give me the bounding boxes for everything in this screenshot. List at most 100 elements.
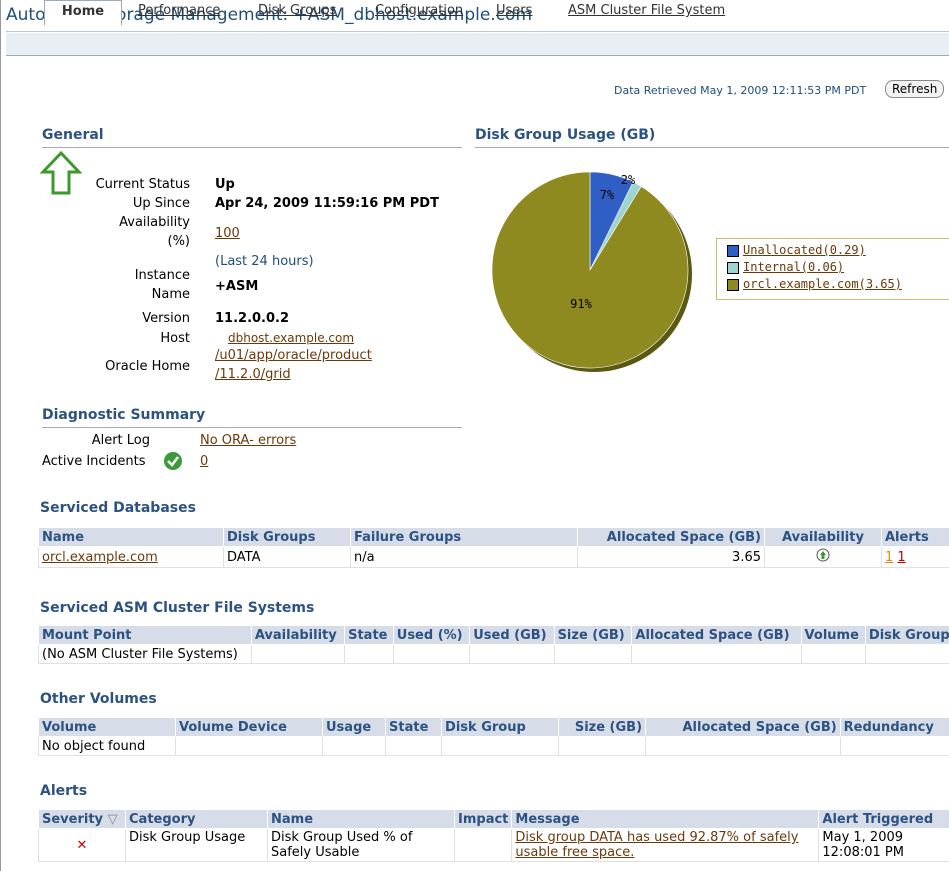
acfs-table: Mount Point Availability State Used (%) … <box>38 625 949 664</box>
legend-label-orcl[interactable]: orcl.example.com(3.65) <box>743 277 902 291</box>
col-state: State <box>344 625 394 645</box>
active-incidents-link[interactable]: 0 <box>200 454 208 469</box>
col-redundancy: Redundancy <box>839 717 949 737</box>
col-name: Name <box>38 527 224 547</box>
availability-unit-label: (%) <box>167 234 191 249</box>
title-divider <box>6 31 949 32</box>
current-status-label: Current Status <box>95 177 190 192</box>
alert-log-link[interactable]: No ORA- errors <box>200 433 296 448</box>
db-alerts-cell: 1 1 <box>881 546 949 568</box>
col-disk-group: Disk Group <box>864 625 949 645</box>
version-label: Version <box>142 311 190 326</box>
tab-users[interactable]: Users <box>496 0 532 22</box>
col-availability: Availability <box>764 527 882 547</box>
tab-disk-groups[interactable]: Disk Groups <box>258 0 336 22</box>
col-size-gb: Size (GB) <box>558 717 647 737</box>
db-name-cell[interactable]: orcl.example.com <box>38 546 224 568</box>
table-header-row: Name Disk Groups Failure Groups Allocate… <box>38 527 949 547</box>
alerts-table: Severity ▽ Category Name Impact Message … <box>38 809 949 862</box>
col-state: State <box>385 717 443 737</box>
chart-divider <box>475 147 949 148</box>
table-row: No object found <box>38 736 949 756</box>
availability-up-icon <box>816 548 830 562</box>
db-availability-cell <box>764 546 882 568</box>
col-allocated-space: Allocated Space (GB) <box>631 625 802 645</box>
legend-label-unallocated[interactable]: Unallocated(0.29) <box>743 243 866 257</box>
alert-log-label: Alert Log <box>91 433 150 448</box>
critical-severity-icon: ✕ <box>38 828 126 862</box>
tab-strip <box>6 33 949 56</box>
tab-asm-cluster-file-system[interactable]: ASM Cluster File System <box>568 0 725 22</box>
tab-configuration[interactable]: Configuration <box>375 0 463 22</box>
check-circle-icon <box>164 452 182 470</box>
col-failure-groups: Failure Groups <box>350 527 578 547</box>
table-header-row: Volume Volume Device Usage State Disk Gr… <box>38 717 949 737</box>
col-alerts: Alerts <box>881 527 949 547</box>
alert-message-link-2[interactable]: usable free space. <box>515 845 815 860</box>
legend-item-internal[interactable]: Internal(0.06) <box>727 260 844 274</box>
alert-warning-count[interactable]: 1 <box>885 550 893 565</box>
col-category: Category <box>125 809 268 829</box>
alerts-heading: Alerts <box>40 783 88 799</box>
pie-slice-2[interactable] <box>491 171 689 369</box>
db-disk-groups-cell: DATA <box>223 546 351 568</box>
col-size-gb: Size (GB) <box>553 625 633 645</box>
col-usage: Usage <box>321 717 387 737</box>
version-value: 11.2.0.0.2 <box>215 311 290 326</box>
host-link[interactable]: dbhost.example.com <box>228 331 354 345</box>
tab-home[interactable]: Home <box>44 0 122 25</box>
legend-item-unallocated[interactable]: Unallocated(0.29) <box>727 243 866 257</box>
general-divider <box>42 147 462 148</box>
col-disk-groups: Disk Groups <box>223 527 351 547</box>
availability-link[interactable]: 100 <box>215 226 240 241</box>
instance-name-label-2: Name <box>151 287 190 302</box>
tab-performance[interactable]: Performance <box>138 0 220 22</box>
sort-desc-icon[interactable]: ▽ <box>108 812 118 827</box>
legend-item-orcl[interactable]: orcl.example.com(3.65) <box>727 277 902 291</box>
disk-group-pie-chart: 7% 2% 91% <box>491 171 692 372</box>
col-volume: Volume <box>38 717 176 737</box>
legend-swatch-orcl <box>727 278 739 291</box>
table-header-row: Severity ▽ Category Name Impact Message … <box>38 809 949 829</box>
alert-name-line-1: Disk Group Used % of <box>271 830 413 845</box>
last-24-hours-note: (Last 24 hours) <box>215 254 314 269</box>
oracle-home-link-2[interactable]: /11.2.0/grid <box>215 367 291 382</box>
oracle-home-link[interactable]: /u01/app/oracle/product <box>215 348 372 363</box>
pie-slice-label-2: 91% <box>570 297 592 311</box>
col-availability: Availability <box>250 625 346 645</box>
data-retrieved-text: Data Retrieved May 1, 2009 12:11:53 PM P… <box>614 84 867 97</box>
alert-message-cell[interactable]: Disk group DATA has used 92.87% of safel… <box>511 828 820 862</box>
alert-category-cell: Disk Group Usage <box>125 828 268 862</box>
col-severity-label: Severity <box>42 811 104 827</box>
table-header-row: Mount Point Availability State Used (%) … <box>38 625 949 645</box>
alert-message-link[interactable]: Disk group DATA has used 92.87% of safel… <box>515 830 815 845</box>
col-volume: Volume <box>800 625 866 645</box>
col-impact: Impact <box>453 809 513 829</box>
alert-critical-count[interactable]: 1 <box>897 550 905 565</box>
current-status-value: Up <box>215 177 235 192</box>
instance-name-value: +ASM <box>215 279 259 294</box>
col-mount-point: Mount Point <box>38 625 252 645</box>
oracle-home-label: Oracle Home <box>105 359 190 374</box>
col-severity[interactable]: Severity ▽ <box>38 809 126 829</box>
col-disk-group: Disk Group <box>441 717 560 737</box>
acfs-heading: Serviced ASM Cluster File Systems <box>40 600 315 616</box>
db-name-link[interactable]: orcl.example.com <box>42 550 158 565</box>
serviced-databases-table: Name Disk Groups Failure Groups Allocate… <box>38 527 949 568</box>
acfs-empty-cell: (No ASM Cluster File Systems) <box>38 644 252 664</box>
availability-label: Availability <box>119 215 190 230</box>
general-heading: General <box>42 127 104 143</box>
refresh-button[interactable]: Refresh <box>885 80 945 98</box>
serviced-databases-heading: Serviced Databases <box>40 500 196 516</box>
legend-swatch-internal <box>727 261 739 274</box>
alert-triggered-cell: May 1, 2009 12:08:01 PM <box>818 828 949 862</box>
alert-triggered-time: 12:08:01 PM <box>822 845 904 860</box>
legend-label-internal[interactable]: Internal(0.06) <box>743 260 844 274</box>
host-label: Host <box>160 331 190 346</box>
col-name: Name <box>267 809 455 829</box>
col-volume-device: Volume Device <box>175 717 323 737</box>
col-message: Message <box>511 809 820 829</box>
db-allocated-cell: 3.65 <box>577 546 765 568</box>
pie-slice-label-0: 7% <box>600 188 615 202</box>
table-row: (No ASM Cluster File Systems) <box>38 644 949 664</box>
